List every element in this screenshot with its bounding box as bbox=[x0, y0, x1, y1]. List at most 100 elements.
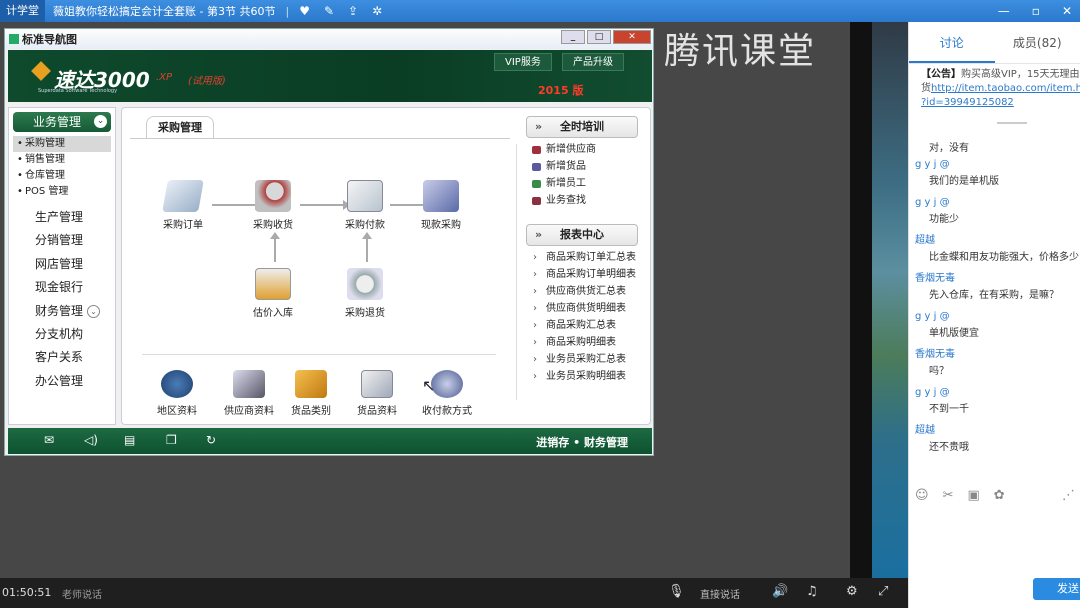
flow-cash-purchase[interactable]: 现款采购 bbox=[406, 180, 476, 231]
nav-cash-bank[interactable]: 现金银行 bbox=[9, 276, 115, 299]
upgrade-button[interactable]: 产品升级 bbox=[562, 53, 624, 71]
report-link[interactable]: 商品采购明细表 bbox=[526, 335, 616, 351]
chat-input[interactable] bbox=[915, 514, 1079, 574]
nav-sub-pos[interactable]: POS 管理 bbox=[13, 184, 111, 200]
report-header[interactable]: » 报表中心 bbox=[526, 224, 638, 246]
refresh-icon[interactable]: ↻ bbox=[206, 433, 216, 447]
scissors-icon[interactable]: ✂ bbox=[943, 488, 954, 510]
report-link[interactable]: 业务员采购明细表 bbox=[526, 369, 626, 385]
vip-button[interactable]: VIP服务 bbox=[494, 53, 552, 71]
report-link[interactable]: 商品采购订单汇总表 bbox=[526, 250, 636, 266]
chat-text: 吗？ bbox=[929, 366, 949, 377]
more-icon[interactable]: ⋰ bbox=[1062, 488, 1075, 510]
chat-author[interactable]: 超越 bbox=[915, 424, 1080, 438]
report-link[interactable]: 供应商供货汇总表 bbox=[526, 284, 626, 300]
emoji-icon[interactable]: ☺ bbox=[915, 488, 929, 510]
nav-production[interactable]: 生产管理 bbox=[9, 206, 115, 229]
cash-icon bbox=[423, 180, 459, 212]
book-icon[interactable]: ▤ bbox=[124, 433, 135, 447]
basic-goods[interactable]: 货品资料 bbox=[342, 370, 412, 417]
direct-speak-button[interactable]: 直接说话 bbox=[700, 586, 740, 601]
nav-sub-warehouse[interactable]: 仓库管理 bbox=[13, 168, 111, 184]
title-bar: 计学堂 薇姐教你轻松搞定会计全套账 - 第3节 共60节 | ♥ ✎ ⇪ ✲ —… bbox=[0, 0, 1080, 22]
nav-distribution[interactable]: 分销管理 bbox=[9, 229, 115, 252]
chat-author[interactable]: g y j @ bbox=[915, 386, 1080, 400]
link-new-supplier[interactable]: 新增供应商 bbox=[526, 142, 596, 158]
report-link[interactable]: 商品采购汇总表 bbox=[526, 318, 616, 334]
report-header-label: 报表中心 bbox=[560, 228, 604, 241]
restore-icon[interactable]: ▫ bbox=[1032, 4, 1040, 18]
nav-label: 分销管理 bbox=[35, 233, 84, 248]
mail-icon[interactable]: ✉ bbox=[44, 433, 54, 447]
report-link[interactable]: 业务员采购汇总表 bbox=[526, 352, 626, 368]
flow-purchase-return[interactable]: 采购退货 bbox=[330, 268, 400, 319]
edit-icon[interactable]: ✎ bbox=[324, 4, 334, 18]
link-new-employee[interactable]: 新增员工 bbox=[526, 176, 586, 192]
basic-label: 供应商资料 bbox=[224, 406, 274, 417]
collapse-handle[interactable] bbox=[997, 122, 1027, 124]
heart-icon[interactable]: ♥ bbox=[299, 4, 310, 18]
fullscreen-icon[interactable]: ⤢ bbox=[878, 584, 888, 599]
send-button[interactable]: 发送 bbox=[1033, 578, 1080, 600]
flower-icon[interactable]: ✿ bbox=[994, 488, 1005, 510]
notice-link-id[interactable]: ?id=39949125082 bbox=[921, 97, 1014, 108]
flow-purchase-receive[interactable]: 采购收货 bbox=[238, 180, 308, 231]
chat-text: 比金蝶和用友功能强大，价格多少 bbox=[929, 252, 1079, 263]
flow-purchase-order[interactable]: 采购订单 bbox=[148, 180, 218, 231]
employee-small-icon bbox=[532, 180, 541, 188]
image-icon[interactable]: ▣ bbox=[967, 488, 979, 510]
chat-text: 还不贵哦 bbox=[929, 442, 969, 453]
chat-text: 我们的是单机版 bbox=[929, 176, 999, 187]
mouse-cursor-icon: ↖ bbox=[422, 376, 436, 395]
nav-finance[interactable]: 财务管理 ⌄ bbox=[9, 300, 115, 323]
tab-purchase[interactable]: 采购管理 bbox=[146, 116, 214, 138]
nav-label: 办公管理 bbox=[35, 373, 84, 388]
nav-head-business[interactable]: 业务管理 ⌄ bbox=[13, 112, 111, 132]
window-maximize-icon[interactable]: □ bbox=[587, 30, 611, 44]
report-link[interactable]: 商品采购订单明细表 bbox=[526, 267, 636, 283]
tab-discuss[interactable]: 讨论 bbox=[909, 22, 995, 63]
notice-link[interactable]: http://item.taobao.com/item.ht bbox=[931, 83, 1080, 94]
brand-banner: 速达3000 .XP (试用版) Superdata Software Tech… bbox=[8, 50, 652, 102]
window-close-icon[interactable]: ✕ bbox=[613, 30, 651, 44]
chat-author[interactable]: g y j @ bbox=[915, 158, 1080, 172]
chevron-down-icon[interactable]: ⌄ bbox=[87, 304, 100, 318]
nav-sub-purchase[interactable]: 采购管理 bbox=[13, 136, 111, 152]
music-icon[interactable]: ♫ bbox=[806, 584, 818, 599]
basic-supplier[interactable]: 供应商资料 bbox=[214, 370, 284, 417]
copy-icon[interactable]: ❐ bbox=[166, 433, 177, 447]
link-business-search[interactable]: 业务查找 bbox=[526, 193, 586, 209]
volume-icon[interactable]: 🔊 bbox=[772, 584, 788, 599]
speaker-icon[interactable]: ◁) bbox=[84, 433, 98, 447]
basic-category[interactable]: 货品类别 bbox=[276, 370, 346, 417]
share-icon[interactable]: ⇪ bbox=[348, 4, 358, 18]
nav-crm[interactable]: 客户关系 bbox=[9, 346, 115, 369]
nav-branch[interactable]: 分支机构 bbox=[9, 323, 115, 346]
training-header[interactable]: » 全时培训 bbox=[526, 116, 638, 138]
settings-icon[interactable]: ✲ bbox=[372, 4, 382, 18]
minimize-icon[interactable]: — bbox=[998, 4, 1010, 18]
brand-xp: .XP bbox=[156, 72, 173, 83]
tab-members[interactable]: 成员(82) bbox=[995, 22, 1080, 63]
chat-author[interactable]: 超越 bbox=[915, 234, 1080, 248]
microphone-icon[interactable]: 🎙 bbox=[668, 584, 685, 599]
chat-author[interactable]: g y j @ bbox=[915, 196, 1080, 210]
flow-label: 采购收货 bbox=[253, 220, 293, 231]
basic-region[interactable]: 地区资料 bbox=[142, 370, 212, 417]
flow-estimate-stock[interactable]: 估价入库 bbox=[238, 268, 308, 319]
close-icon[interactable]: ✕ bbox=[1062, 4, 1072, 18]
nav-sub-sales[interactable]: 销售管理 bbox=[13, 152, 111, 168]
chevron-down-icon[interactable]: ⌄ bbox=[94, 115, 107, 128]
chat-author[interactable]: g y j @ bbox=[915, 310, 1080, 324]
chat-author[interactable]: 香烟无毒 bbox=[915, 348, 1080, 362]
nav-online-store[interactable]: 网店管理 bbox=[9, 253, 115, 276]
link-new-goods[interactable]: 新增货品 bbox=[526, 159, 586, 175]
report-link[interactable]: 供应商供货明细表 bbox=[526, 301, 626, 317]
tab-underline bbox=[130, 138, 510, 139]
gear-icon[interactable]: ⚙ bbox=[846, 584, 858, 599]
chat-author[interactable]: 香烟无毒 bbox=[915, 272, 1080, 286]
window-minimize-icon[interactable]: _ bbox=[561, 30, 585, 44]
boxes-icon bbox=[295, 370, 327, 398]
nav-office[interactable]: 办公管理 bbox=[9, 370, 115, 393]
brand-sub: Superdata Software Technology bbox=[38, 88, 118, 94]
